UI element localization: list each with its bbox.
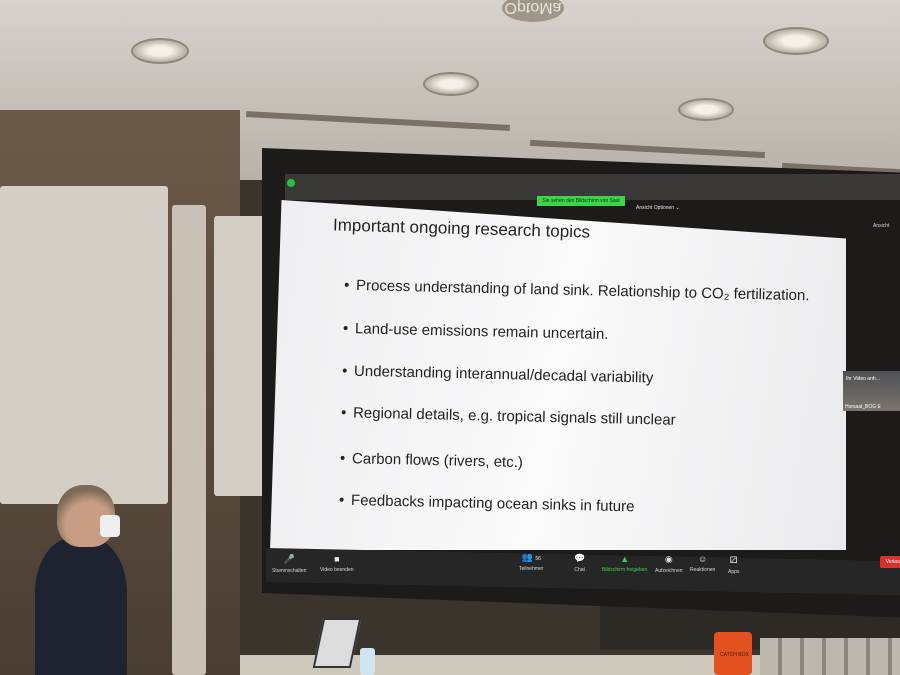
leave-button[interactable]: Verlass [880, 556, 900, 568]
microphone-icon: 🎤 [283, 554, 295, 564]
ceiling-light [763, 27, 829, 55]
mute-button[interactable]: 🎤 Stummschalten [272, 554, 306, 574]
wall-column [172, 205, 206, 675]
apps-label: Apps [728, 569, 740, 575]
stop-video-label: Video beenden [320, 567, 354, 573]
share-screen-icon: ▲ [620, 554, 630, 564]
participant-count: 56 [535, 556, 541, 562]
throwable-microphone-label: CATCH BOX [720, 652, 749, 658]
bullet-dot: • [340, 404, 347, 422]
bullet-dot: • [338, 491, 345, 509]
apps-button[interactable]: ⚂ Apps [728, 555, 739, 575]
share-screen-label: Bildschirm freigeben [602, 567, 648, 573]
ceiling-light [678, 98, 734, 121]
presenter-body [35, 538, 127, 675]
record-icon: ◉ [664, 554, 673, 564]
security-shield-icon[interactable] [287, 179, 295, 187]
reactions-icon: ☺ [698, 554, 708, 564]
view-options-menu[interactable]: Ansicht Optionen ⌄ [636, 205, 680, 211]
participant-label: Ihr Video anh… [846, 376, 881, 382]
bullet-dot: • [341, 362, 348, 380]
share-screen-button[interactable]: ▲ Bildschirm freigeben [602, 554, 647, 573]
mute-label: Stummschalten [272, 568, 307, 574]
participants-icon: 👥 56 [519, 552, 543, 563]
bullet-dot: • [342, 319, 349, 338]
reactions-label: Reaktionen [690, 567, 716, 573]
apps-icon: ⚂ [729, 555, 738, 565]
record-label: Aufzeichnen [655, 568, 683, 574]
chat-label: Chat [574, 567, 585, 573]
ceiling-light [423, 72, 479, 96]
charging-devices [760, 638, 900, 675]
participants-label: Teilnehmer [519, 566, 544, 572]
wall-panel [0, 186, 168, 504]
video-camera-icon: ■ [334, 554, 340, 564]
face-mask [100, 515, 120, 537]
wall-panel [214, 216, 264, 496]
bullet-dot: • [339, 449, 346, 468]
bullet-dot: • [343, 276, 350, 294]
participant-name: Horsaal_BOG E [845, 404, 881, 410]
stop-video-button[interactable]: ■ Video beenden [320, 554, 354, 573]
participants-button[interactable]: 👥 56 Teilnehmer [519, 552, 543, 572]
chat-icon: 💬 [574, 553, 586, 563]
water-bottle [360, 648, 375, 675]
participants-glyph: 👥 [521, 552, 533, 562]
chat-button[interactable]: 💬 Chat [574, 553, 585, 573]
sharing-banner: Sie sehen den Bildschirm von Saal [537, 196, 625, 206]
record-button[interactable]: ◉ Aufzeichnen [655, 554, 683, 574]
view-button[interactable]: Ansicht [873, 223, 889, 229]
ceiling-light [131, 38, 189, 64]
reactions-button[interactable]: ☺ Reaktionen [690, 554, 715, 573]
